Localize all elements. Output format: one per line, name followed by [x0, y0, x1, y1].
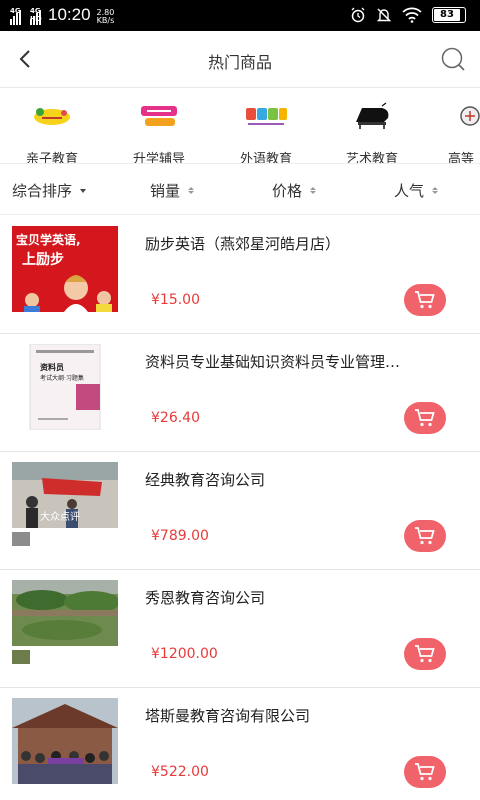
top-nav-bar: 热门商品 — [0, 31, 480, 88]
category-label: 升学辅导 — [132, 152, 185, 164]
add-to-cart-button[interactable] — [404, 520, 446, 552]
sort-comprehensive[interactable]: 综合排序 — [12, 180, 87, 201]
product-price: ¥15.00 — [151, 292, 200, 308]
add-to-cart-button[interactable] — [404, 638, 446, 670]
search-icon[interactable] — [440, 46, 466, 72]
product-thumbnail — [12, 580, 118, 666]
product-title[interactable]: 经典教育咨询公司 — [145, 469, 465, 490]
list-item[interactable]: 大众点评 经典教育咨询公司 ¥789.00 — [0, 452, 480, 570]
sort-sales[interactable]: 销量 — [150, 180, 195, 201]
sort-popularity[interactable]: 人气 — [394, 180, 439, 201]
thumb-slogan: 宝贝学英语, — [16, 232, 81, 247]
sort-toggle-icon — [310, 187, 317, 194]
higher-education-icon — [460, 106, 480, 126]
battery-icon: 83 — [432, 7, 466, 23]
network-label-1: 4G — [10, 7, 21, 15]
sort-toggle-icon — [432, 187, 439, 194]
list-item[interactable]: 宝贝学英语, 上励步 励步英语（燕郊星河皓月店） ¥15.00 — [0, 216, 480, 334]
product-title[interactable]: 励步英语（燕郊星河皓月店） — [145, 233, 465, 254]
category-label: 高等 — [448, 152, 475, 164]
category-item-tutoring[interactable]: 升学辅导 — [109, 98, 209, 164]
thumb-subtitle: 考试大纲·习题集 — [40, 374, 84, 382]
product-thumbnail: 宝贝学英语, 上励步 — [12, 226, 118, 312]
sort-label: 价格 — [272, 182, 303, 200]
parent-child-logo — [34, 108, 70, 125]
network-speed: 2.80 KB/s — [97, 9, 115, 25]
speed-unit: KB/s — [96, 16, 115, 25]
product-list: 宝贝学英语, 上励步 励步英语（燕郊星河皓月店） ¥15.00 资料员 考试大纲… — [0, 216, 480, 800]
sort-price[interactable]: 价格 — [272, 180, 317, 201]
add-to-cart-button[interactable] — [404, 402, 446, 434]
signal-icon-2: 4G HD — [30, 7, 42, 25]
alarm-icon — [351, 7, 365, 23]
status-bar: 4G 4G HD 10:20 2.80 KB/s 83 — [0, 0, 480, 31]
signal-icon: 4G — [10, 7, 21, 25]
clock: 10:20 — [48, 5, 91, 24]
sort-bar: 综合排序 销量 价格 人气 — [0, 165, 480, 215]
list-item[interactable]: 资料员 考试大纲·习题集 资料员专业基础知识资料员专业管理… ¥26.40 — [0, 334, 480, 452]
status-left: 4G 4G HD 10:20 2.80 KB/s — [10, 5, 114, 25]
product-title[interactable]: 秀恩教育咨询公司 — [145, 587, 465, 608]
add-to-cart-button[interactable] — [404, 284, 446, 316]
wifi-icon — [402, 7, 422, 23]
product-title[interactable]: 资料员专业基础知识资料员专业管理… — [145, 351, 465, 372]
category-item-arts[interactable]: 艺术教育 — [322, 98, 422, 164]
category-label: 亲子教育 — [25, 152, 78, 164]
cart-icon — [415, 645, 435, 663]
category-item-foreign-language[interactable]: 外语教育 — [216, 98, 316, 164]
cart-icon — [415, 291, 435, 309]
cart-icon — [415, 763, 435, 781]
piano-icon — [356, 102, 389, 129]
product-title[interactable]: 塔斯曼教育咨询有限公司 — [145, 705, 465, 726]
thumb-title: 资料员 — [40, 362, 64, 372]
list-item[interactable]: 塔斯曼教育咨询有限公司 ¥522.00 — [0, 688, 480, 800]
category-label: 外语教育 — [239, 152, 292, 164]
thumb-brand: 上励步 — [22, 251, 64, 268]
category-item-parent-child[interactable]: 亲子教育 — [2, 98, 102, 164]
category-label: 艺术教育 — [345, 152, 398, 164]
tutoring-logo — [141, 106, 177, 126]
list-item[interactable]: 秀恩教育咨询公司 ¥1200.00 — [0, 570, 480, 688]
product-thumbnail: 大众点评 — [12, 462, 118, 548]
product-thumbnail: 资料员 考试大纲·习题集 — [12, 344, 118, 430]
sort-label: 人气 — [394, 182, 425, 200]
sort-toggle-icon — [188, 187, 195, 194]
sort-label: 销量 — [150, 182, 181, 200]
mute-bell-icon — [376, 8, 392, 22]
caret-down-icon — [80, 188, 87, 193]
product-price: ¥1200.00 — [151, 646, 218, 662]
product-price: ¥26.40 — [151, 410, 200, 426]
bottom-divider — [0, 796, 480, 800]
status-right: 83 — [350, 7, 466, 23]
foreign-language-logo — [246, 108, 287, 125]
page-title: 热门商品 — [207, 53, 272, 72]
category-strip: 亲子教育 升学辅导 外语教育 艺术教育 高等 — [0, 88, 480, 164]
category-item-higher-education[interactable]: 高等 — [428, 98, 480, 164]
battery-level: 83 — [440, 9, 454, 20]
thumb-watermark: 大众点评 — [40, 510, 80, 523]
product-thumbnail — [12, 698, 118, 784]
sort-label: 综合排序 — [12, 182, 73, 200]
add-to-cart-button[interactable] — [404, 756, 446, 788]
cart-icon — [415, 527, 435, 545]
network-label-2: 4G HD — [30, 7, 42, 23]
product-price: ¥522.00 — [151, 764, 209, 780]
product-price: ¥789.00 — [151, 528, 209, 544]
cart-icon — [415, 409, 435, 427]
